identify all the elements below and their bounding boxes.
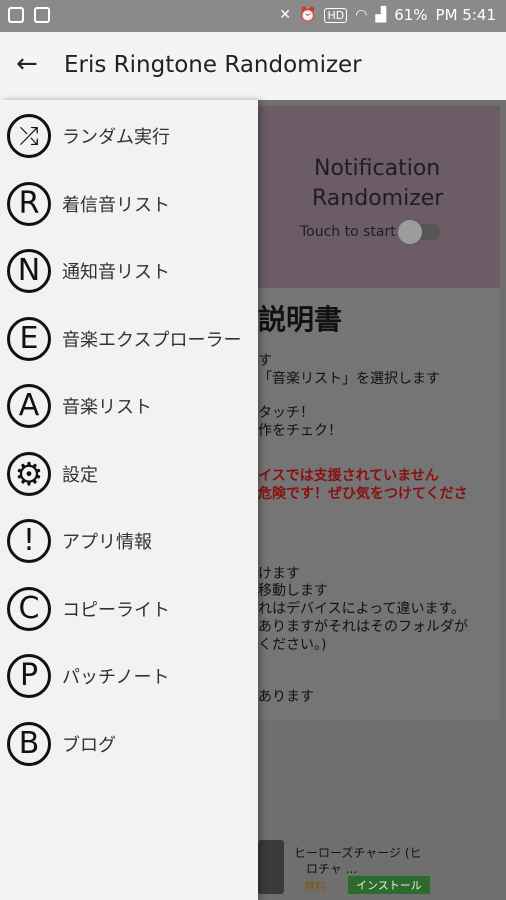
- ringtone-list-icon: R: [7, 182, 51, 226]
- drawer-item-label: ランダム実行: [62, 127, 170, 148]
- manual-warning-line: 危険です！ぜひ気をつけてくださ: [258, 486, 468, 502]
- drawer-item-random-run[interactable]: ⤮ ランダム実行: [0, 108, 258, 168]
- image-icon: [34, 7, 50, 23]
- manual-line: す: [258, 353, 272, 369]
- manual-line: ください。): [258, 637, 327, 653]
- start-toggle[interactable]: [398, 220, 440, 244]
- drawer-item-music-list[interactable]: A 音楽リスト: [0, 378, 258, 438]
- music-explorer-icon: E: [7, 317, 51, 361]
- app-bar: ← Eris Ringtone Randomizer: [0, 32, 506, 100]
- copyright-icon: C: [7, 587, 51, 631]
- battery-text: 61%: [394, 6, 428, 24]
- drawer-item-copyright[interactable]: C コピーライト: [0, 581, 258, 641]
- manual-line: あります: [258, 689, 314, 705]
- manual-line: 作をチェク！: [258, 423, 342, 439]
- drawer-item-label: 音楽エクスプローラー: [62, 330, 242, 351]
- hd-icon: HD: [324, 7, 348, 23]
- drawer-item-settings[interactable]: ⚙ 設定: [0, 446, 258, 506]
- info-exclamation-icon: !: [7, 519, 51, 563]
- drawer-item-app-info[interactable]: ! アプリ情報: [0, 513, 258, 573]
- drawer-item-blog[interactable]: B ブログ: [0, 716, 258, 776]
- drawer-item-label: ブログ: [62, 735, 116, 756]
- notification-list-icon: N: [7, 249, 51, 293]
- drawer-item-label: コピーライト: [62, 600, 170, 621]
- blog-icon: B: [7, 722, 51, 766]
- signal-icon: ▟: [375, 7, 387, 23]
- ad-title-line1: ヒーローズチャージ (ヒ: [294, 846, 422, 860]
- status-bar: ✕ ⏰ HD ◠ ▟ 61% PM 5:41: [0, 0, 506, 32]
- music-list-icon: A: [7, 384, 51, 428]
- wifi-icon: ◠: [355, 7, 368, 23]
- manual-line: 「音楽リスト」を選択します: [258, 371, 440, 387]
- touch-to-start-label: Touch to start: [300, 224, 396, 240]
- ad-thumbnail: [258, 840, 284, 894]
- ad-price: 無料: [304, 880, 326, 893]
- drawer-item-label: 設定: [62, 465, 98, 486]
- drawer-item-music-explorer[interactable]: E 音楽エクスプローラー: [0, 311, 258, 371]
- manual-warning-line: イスでは支援されていません: [258, 468, 439, 484]
- app-title: Eris Ringtone Randomizer: [64, 52, 362, 78]
- navigation-drawer: ⤮ ランダム実行 R 着信音リスト N 通知音リスト E 音楽エクスプローラー …: [0, 100, 258, 900]
- randomizer-card[interactable]: Notification Randomizer Touch to start: [258, 106, 500, 288]
- patch-notes-icon: P: [7, 654, 51, 698]
- drawer-item-notification-list[interactable]: N 通知音リスト: [0, 243, 258, 303]
- drawer-item-label: 通知音リスト: [62, 262, 170, 283]
- manual-line: ありますがそれはそのフォルダが: [258, 619, 468, 635]
- manual-heading: 説明書: [258, 303, 343, 336]
- clock: PM 5:41: [435, 6, 496, 24]
- drawer-item-label: 着信音リスト: [62, 195, 170, 216]
- back-arrow-icon[interactable]: ←: [16, 50, 38, 78]
- gear-icon: ⚙: [7, 452, 51, 496]
- alarm-icon: ⏰: [299, 7, 317, 23]
- drawer-item-label: アプリ情報: [62, 532, 152, 553]
- shuffle-icon: ⤮: [7, 114, 51, 158]
- drawer-item-label: パッチノート: [62, 667, 170, 688]
- notification-icon: [8, 7, 24, 23]
- drawer-item-ringtone-list[interactable]: R 着信音リスト: [0, 176, 258, 236]
- manual-line: れはデバイスによって違います。: [258, 601, 466, 617]
- ad-banner[interactable]: ヒーローズチャージ (ヒ ロチャ ... 無料 インストール: [258, 840, 506, 900]
- card-title-line2: Randomizer: [312, 186, 444, 211]
- toggle-knob: [398, 220, 422, 244]
- ad-title-line2: ロチャ ...: [306, 862, 358, 876]
- drawer-item-patch-notes[interactable]: P パッチノート: [0, 648, 258, 708]
- card-title-line1: Notification: [314, 156, 441, 181]
- main-content-dimmed: Notification Randomizer Touch to start 説…: [258, 100, 506, 900]
- mute-icon: ✕: [279, 7, 292, 23]
- drawer-item-label: 音楽リスト: [62, 397, 152, 418]
- manual-line: タッチ！: [258, 405, 314, 421]
- manual-line: 移動します: [258, 583, 328, 599]
- manual-section: 説明書 す 「音楽リスト」を選択します タッチ！ 作をチェク！ イスでは支援され…: [258, 288, 500, 720]
- ad-install-button[interactable]: インストール: [348, 876, 430, 894]
